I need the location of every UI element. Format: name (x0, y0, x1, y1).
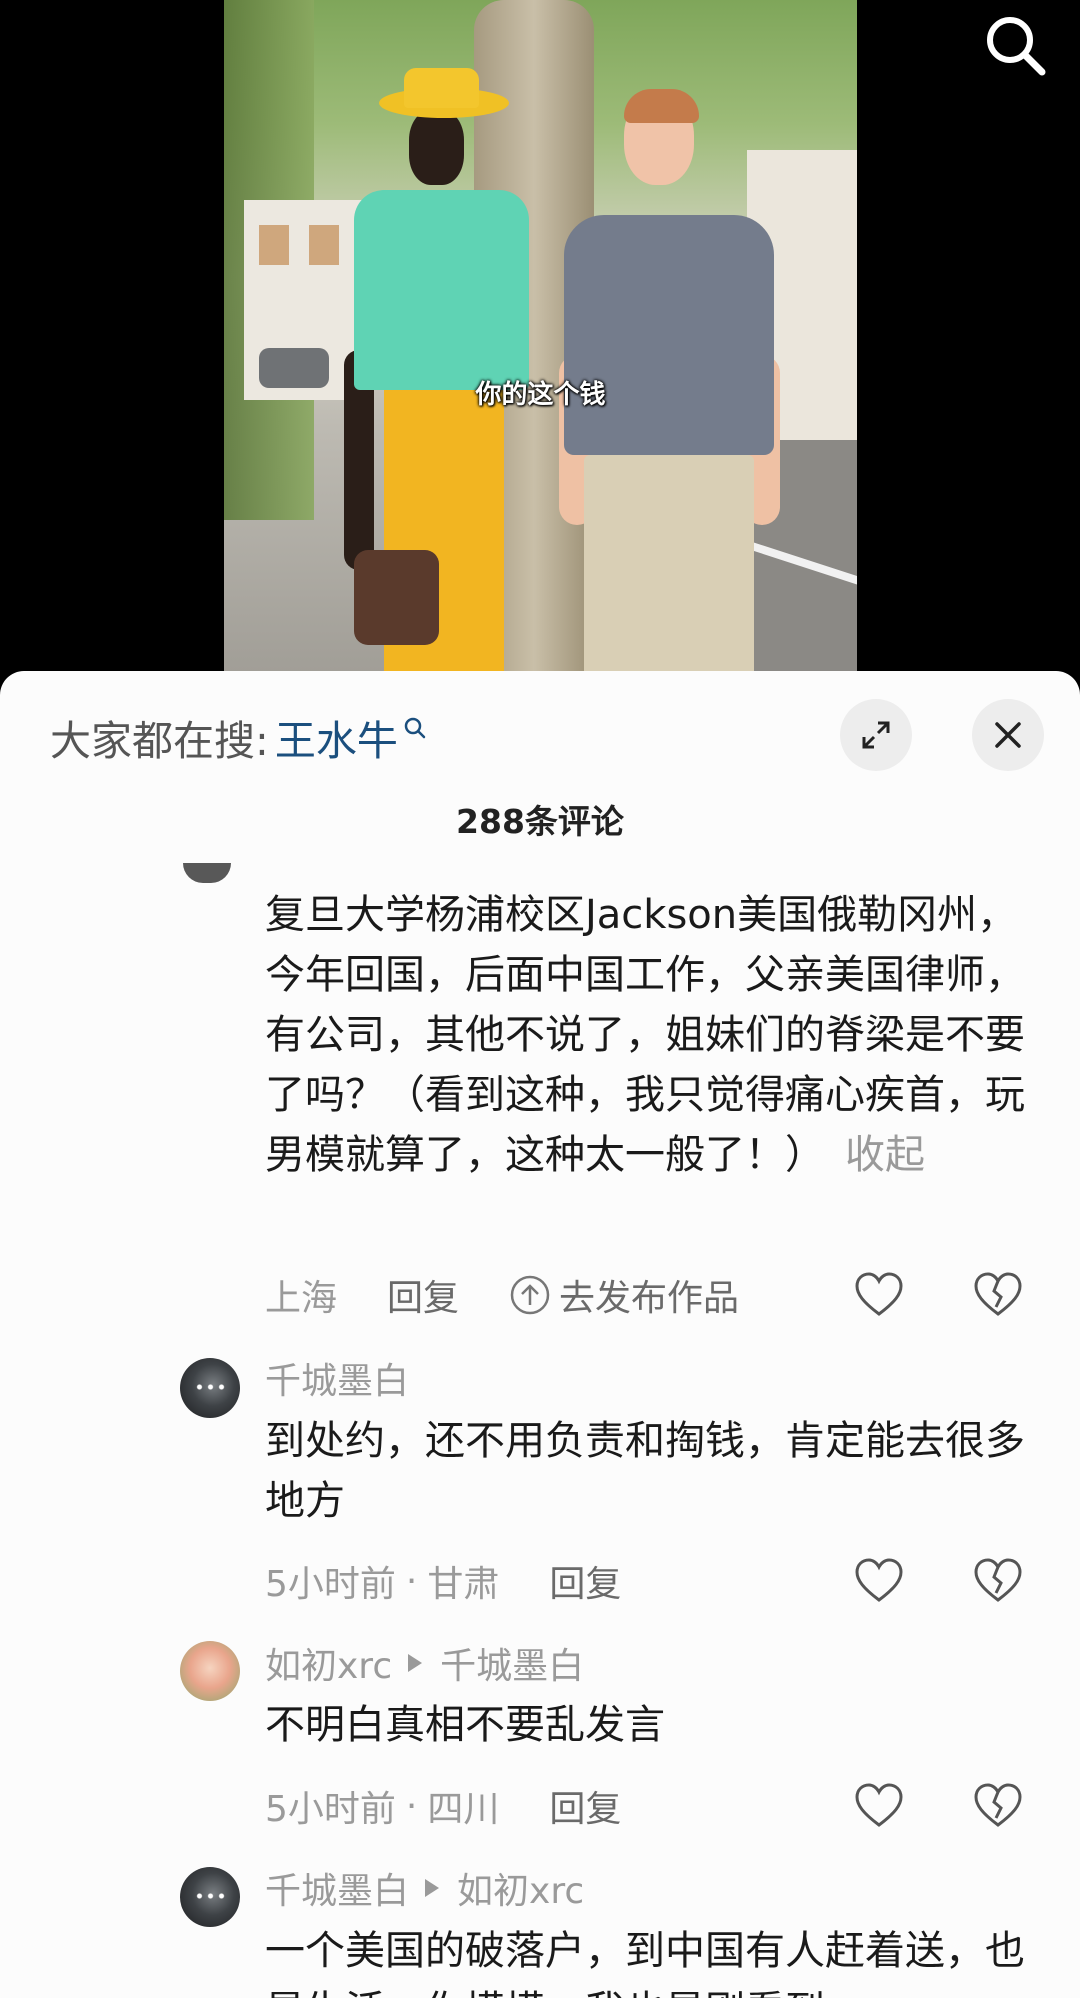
avatar[interactable] (180, 1641, 240, 1701)
search-icon[interactable] (980, 10, 1050, 80)
handbag (354, 550, 439, 645)
comment-location: 甘肃 (427, 1564, 500, 1605)
comment-author-row: 如初xrc 千城墨白 (265, 1636, 584, 1690)
reply-to-author[interactable]: 如初xrc (457, 1862, 584, 1914)
reply-button[interactable]: 回复 (549, 1555, 621, 1607)
reply-to-arrow-icon (425, 1879, 440, 1897)
comment-author-row: 千城墨白 如初xrc (265, 1861, 584, 1915)
reply-button[interactable]: 回复 (549, 1780, 621, 1832)
avatar[interactable] (180, 1358, 240, 1418)
comment-time: 5小时前 (265, 1789, 396, 1830)
avatar[interactable] (183, 863, 231, 883)
comment-meta: 5小时前 · 四川 回复 (265, 1776, 621, 1836)
comment-author[interactable]: 千城墨白 (265, 1352, 409, 1404)
expand-button[interactable] (840, 699, 912, 771)
comment-time: 5小时前 (265, 1564, 396, 1605)
close-icon (995, 722, 1021, 748)
hot-search-label: 大家都在搜: (50, 717, 269, 765)
meta-separator: · (405, 1785, 418, 1827)
video-subtitle: 你的这个钱 (475, 380, 606, 410)
broken-heart-icon[interactable] (972, 1269, 1024, 1321)
reply-to-author[interactable]: 千城墨白 (440, 1637, 584, 1689)
video-player[interactable]: 你的这个钱 (0, 0, 1080, 690)
collapse-link[interactable]: 收起 (845, 1132, 925, 1178)
reply-button[interactable]: 回复 (387, 1269, 459, 1321)
publish-work-button[interactable]: 去发布作品 (509, 1269, 739, 1321)
comment-text: 不明白真相不要乱发言 (265, 1702, 665, 1748)
comment-author-row: 千城墨白 (265, 1351, 409, 1405)
heart-icon[interactable] (853, 1780, 905, 1832)
avatar[interactable] (180, 1867, 240, 1927)
meta-separator: · (405, 1560, 418, 1602)
comment-meta: 5小时前 · 甘肃 回复 (265, 1551, 621, 1611)
upload-icon (510, 1275, 550, 1315)
video-frame[interactable]: 你的这个钱 (224, 0, 857, 690)
comment-author[interactable]: 千城墨白 (265, 1862, 409, 1914)
comment-location: 上海 (265, 1278, 338, 1319)
comment-location: 四川 (427, 1789, 500, 1830)
hot-search-term[interactable]: 王水牛 (275, 707, 398, 767)
close-button[interactable] (972, 699, 1044, 771)
hot-search[interactable]: 大家都在搜: 王水牛 (50, 707, 428, 767)
comment-text: 复旦大学杨浦校区Jackson美国俄勒冈州，今年回国，后面中国工作，父亲美国律师… (265, 892, 1025, 1178)
heart-icon[interactable] (853, 1269, 905, 1321)
reply-to-arrow-icon (408, 1654, 423, 1672)
publish-work-label: 去发布作品 (559, 1278, 740, 1319)
comments-sheet: 大家都在搜: 王水牛 288条评论 复旦大学杨浦校区Jackson美国俄勒冈州，… (0, 671, 1080, 1998)
comment-count: 288条评论 (456, 802, 624, 841)
comment-text: 一个美国的破落户，到中国有人赶着送，也是生活，你摸摸，我也是刚看到 (265, 1928, 1025, 1998)
search-icon (404, 717, 426, 739)
broken-heart-icon[interactable] (972, 1555, 1024, 1607)
broken-heart-icon[interactable] (972, 1780, 1024, 1832)
expand-icon (862, 721, 890, 749)
comment-author[interactable]: 如初xrc (265, 1637, 392, 1689)
comment-text: 到处约，还不用负责和掏钱，肯定能去很多地方 (265, 1418, 1025, 1524)
comment-meta: 上海 回复 去发布作品 (265, 1265, 739, 1325)
heart-icon[interactable] (853, 1555, 905, 1607)
